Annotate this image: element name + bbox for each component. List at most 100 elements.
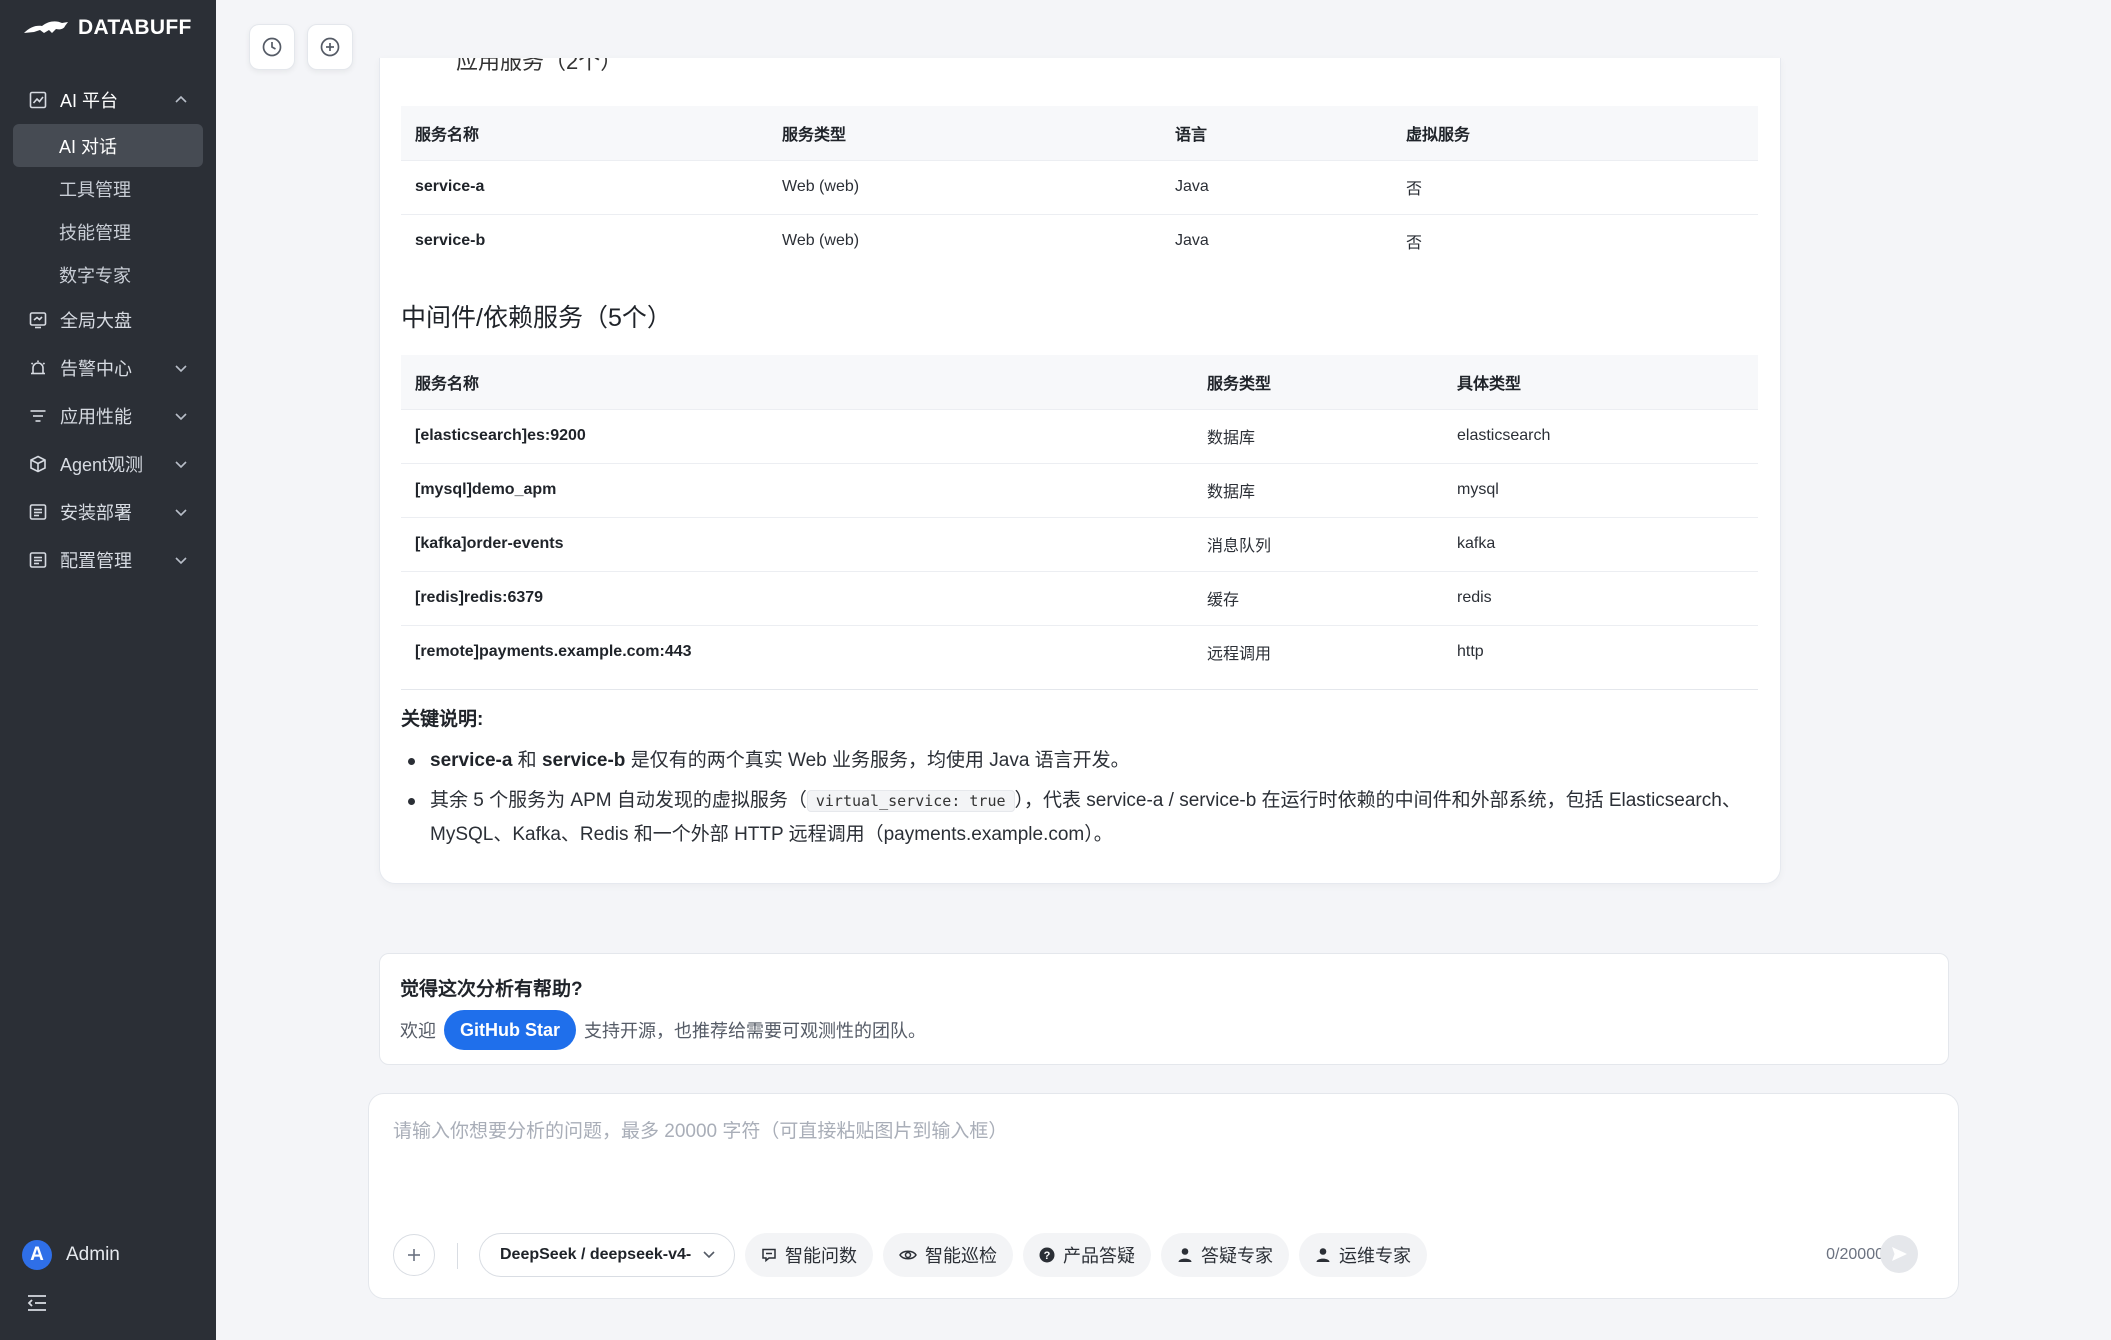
column-header: 服务名称 xyxy=(401,106,768,160)
sidebar-item-label: 配置管理 xyxy=(60,551,132,571)
svg-text:?: ? xyxy=(1044,1250,1051,1262)
table-row: service-b Web (web) Java 否 xyxy=(401,213,1758,268)
chip-smart-inspection[interactable]: 智能巡检 xyxy=(883,1233,1013,1277)
sidebar-subitem-experts[interactable]: 数字专家 xyxy=(0,253,216,296)
table-cell: [mysql]demo_apm xyxy=(401,462,1193,517)
column-header: 服务名称 xyxy=(401,355,1193,409)
table-cell: http xyxy=(1443,624,1758,679)
attach-button[interactable] xyxy=(393,1234,435,1276)
github-star-button[interactable]: GitHub Star xyxy=(444,1010,577,1050)
chevron-up-icon xyxy=(175,95,187,103)
table-cell: [redis]redis:6379 xyxy=(401,570,1193,625)
question-input[interactable] xyxy=(393,1116,1933,1196)
sidebar-item-apm[interactable]: 应用性能 xyxy=(0,392,216,440)
history-button[interactable] xyxy=(249,24,295,70)
model-select-value: DeepSeek / deepseek-v4- xyxy=(500,1246,692,1263)
send-icon xyxy=(1892,1247,1907,1261)
sidebar-item-ai-platform[interactable]: AI 平台 xyxy=(0,76,216,124)
send-button[interactable] xyxy=(1880,1235,1918,1273)
chip-label: 运维专家 xyxy=(1339,1246,1411,1266)
bold-text: service-a xyxy=(430,750,513,771)
new-chat-button[interactable] xyxy=(307,24,353,70)
table-cell: redis xyxy=(1443,570,1758,625)
chip-smart-query[interactable]: 智能问数 xyxy=(745,1233,873,1277)
middleware-table: 服务名称 服务类型 具体类型 [elasticsearch]es:9200 数据… xyxy=(401,355,1758,679)
plus-circle-icon xyxy=(320,37,340,57)
brand-logo[interactable]: DATABUFF xyxy=(22,16,192,40)
table-cell: 数据库 xyxy=(1193,408,1443,463)
chevron-down-icon xyxy=(175,413,187,421)
list-icon xyxy=(28,502,48,522)
sidebar-subitem-tools[interactable]: 工具管理 xyxy=(0,167,216,210)
section-heading-app-services: 应用服务（2个） xyxy=(456,58,623,74)
model-select[interactable]: DeepSeek / deepseek-v4- xyxy=(479,1233,735,1277)
table-cell: 否 xyxy=(1392,213,1758,268)
list-icon xyxy=(28,550,48,570)
sidebar-subitem-label: 数字专家 xyxy=(59,265,131,286)
chevron-down-icon xyxy=(175,365,187,373)
table-cell: [elasticsearch]es:9200 xyxy=(401,408,1193,463)
assistant-message-card: 应用服务（2个） 服务名称 服务类型 语言 虚拟服务 service-a Web… xyxy=(379,58,1781,884)
chip-label: 智能问数 xyxy=(785,1246,857,1266)
eye-icon xyxy=(899,1250,917,1260)
sidebar-item-label: AI 平台 xyxy=(60,91,119,111)
table-row: [mysql]demo_apm 数据库 mysql xyxy=(401,462,1758,517)
sidebar: DATABUFF AI 平台 AI 对话 工具管理 技能管理 数字专家 全局大盘… xyxy=(0,0,216,1340)
user-menu[interactable]: A Admin xyxy=(22,1240,120,1270)
sidebar-item-config[interactable]: 配置管理 xyxy=(0,536,216,584)
feedback-prefix: 欢迎 xyxy=(400,1021,436,1041)
table-cell: 消息队列 xyxy=(1193,516,1443,571)
chip-product-faq[interactable]: ? 产品答疑 xyxy=(1023,1233,1151,1277)
sidebar-item-install[interactable]: 安装部署 xyxy=(0,488,216,536)
chat-composer: DeepSeek / deepseek-v4- 智能问数 智能巡检 ? 产品答疑… xyxy=(368,1093,1959,1299)
filter-icon xyxy=(28,406,48,426)
feedback-suffix: 支持开源，也推荐给需要可观测性的团队。 xyxy=(584,1021,927,1041)
clock-icon xyxy=(262,37,282,57)
feedback-title: 觉得这次分析有帮助? xyxy=(400,979,583,1000)
chip-ops-expert[interactable]: 运维专家 xyxy=(1299,1233,1427,1277)
chip-faq-expert[interactable]: 答疑专家 xyxy=(1161,1233,1289,1277)
text: 其余 5 个服务为 APM 自动发现的虚拟服务（ xyxy=(430,790,807,811)
char-counter: 0/20000 xyxy=(1826,1246,1884,1263)
chat-icon xyxy=(762,1248,776,1263)
sidebar-item-label: 安装部署 xyxy=(60,503,132,523)
table-row: [redis]redis:6379 缓存 redis xyxy=(401,570,1758,625)
divider xyxy=(401,689,1758,690)
chevron-down-icon xyxy=(175,557,187,565)
chevron-down-icon xyxy=(703,1251,715,1259)
chip-label: 答疑专家 xyxy=(1201,1246,1273,1266)
dashboard-icon xyxy=(28,310,48,330)
sidebar-item-label: 全局大盘 xyxy=(60,311,132,331)
table-cell: service-a xyxy=(401,159,768,214)
feedback-card: 觉得这次分析有帮助? 欢迎 GitHub Star 支持开源，也推荐给需要可观测… xyxy=(379,953,1949,1065)
sidebar-subitem-label: 工具管理 xyxy=(59,179,131,200)
table-header-row: 服务名称 服务类型 具体类型 xyxy=(401,355,1758,409)
sidebar-item-dashboard[interactable]: 全局大盘 xyxy=(0,296,216,344)
table-cell: [remote]payments.example.com:443 xyxy=(401,624,1193,679)
services-table: 服务名称 服务类型 语言 虚拟服务 service-a Web (web) Ja… xyxy=(401,106,1758,268)
table-cell: Java xyxy=(1161,159,1392,214)
brand-name: DATABUFF xyxy=(78,16,192,39)
table-cell: 数据库 xyxy=(1193,462,1443,517)
sidebar-subitem-skills[interactable]: 技能管理 xyxy=(0,210,216,253)
table-cell: Java xyxy=(1161,213,1392,268)
chevron-down-icon xyxy=(175,509,187,517)
sidebar-item-label: 应用性能 xyxy=(60,407,132,427)
chip-label: 产品答疑 xyxy=(1063,1246,1135,1266)
table-cell: Web (web) xyxy=(768,159,1161,214)
table-cell: Web (web) xyxy=(768,213,1161,268)
table-cell: kafka xyxy=(1443,516,1758,571)
sidebar-item-agent[interactable]: Agent观测 xyxy=(0,440,216,488)
sidebar-item-label: Agent观测 xyxy=(60,455,144,475)
table-cell: mysql xyxy=(1443,462,1758,517)
feedback-line: 欢迎 GitHub Star 支持开源，也推荐给需要可观测性的团队。 xyxy=(400,1010,926,1050)
user-name: Admin xyxy=(66,1244,120,1265)
sidebar-subitem-ai-chat[interactable]: AI 对话 xyxy=(13,124,203,167)
collapse-sidebar-button[interactable] xyxy=(26,1293,48,1318)
question-icon: ? xyxy=(1039,1247,1055,1263)
table-cell: elasticsearch xyxy=(1443,408,1758,463)
sidebar-item-alarms[interactable]: 告警中心 xyxy=(0,344,216,392)
list-item: 其余 5 个服务为 APM 自动发现的虚拟服务（ virtual_service:… xyxy=(401,784,1771,851)
table-row: [kafka]order-events 消息队列 kafka xyxy=(401,516,1758,571)
text: 是仅有的两个真实 Web 业务服务，均使用 Java 语言开发。 xyxy=(625,750,1130,771)
